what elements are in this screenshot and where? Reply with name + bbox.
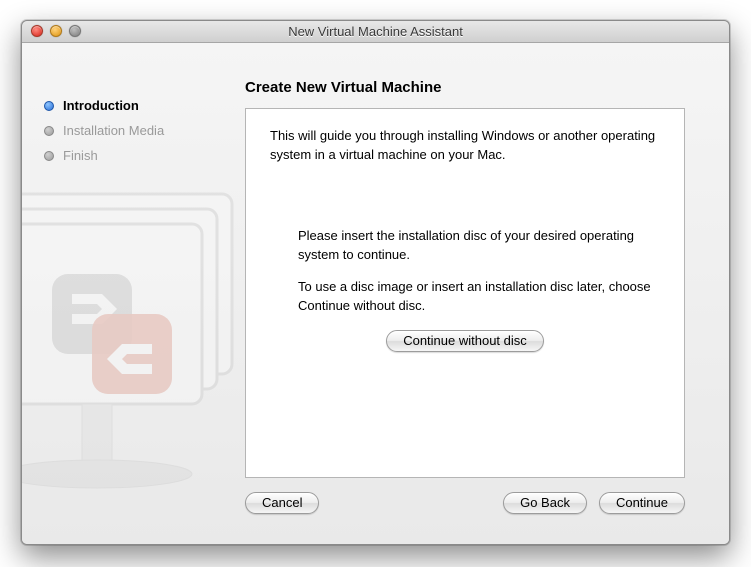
- minimize-icon[interactable]: [50, 25, 62, 37]
- sidebar: Introduction Installation Media Finish: [22, 43, 227, 544]
- go-back-button[interactable]: Go Back: [503, 492, 587, 514]
- bullet-icon: [44, 126, 54, 136]
- titlebar: New Virtual Machine Assistant: [22, 21, 729, 43]
- window-body: Introduction Installation Media Finish C…: [22, 43, 729, 544]
- bullet-icon: [44, 101, 54, 111]
- traffic-lights: [31, 25, 81, 37]
- main-area: Create New Virtual Machine This will gui…: [227, 43, 729, 544]
- step-installation-media: Installation Media: [44, 123, 227, 138]
- continue-button[interactable]: Continue: [599, 492, 685, 514]
- page-heading: Create New Virtual Machine: [245, 79, 699, 96]
- content-panel: This will guide you through installing W…: [245, 108, 685, 478]
- step-finish: Finish: [44, 148, 227, 163]
- step-label: Finish: [63, 148, 98, 163]
- cancel-button[interactable]: Cancel: [245, 492, 319, 514]
- insert-disc-text: Please insert the installation disc of y…: [270, 227, 660, 265]
- assistant-window: New Virtual Machine Assistant Introducti…: [21, 20, 730, 545]
- intro-text: This will guide you through installing W…: [270, 127, 660, 165]
- disc-image-hint: To use a disc image or insert an install…: [270, 278, 660, 316]
- bullet-icon: [44, 151, 54, 161]
- continue-without-disc-button[interactable]: Continue without disc: [386, 330, 544, 352]
- zoom-icon: [69, 25, 81, 37]
- step-introduction: Introduction: [44, 98, 227, 113]
- step-label: Introduction: [63, 98, 139, 113]
- close-icon[interactable]: [31, 25, 43, 37]
- step-label: Installation Media: [63, 123, 164, 138]
- footer-buttons: Cancel Go Back Continue: [245, 492, 685, 514]
- window-title: New Virtual Machine Assistant: [288, 24, 463, 39]
